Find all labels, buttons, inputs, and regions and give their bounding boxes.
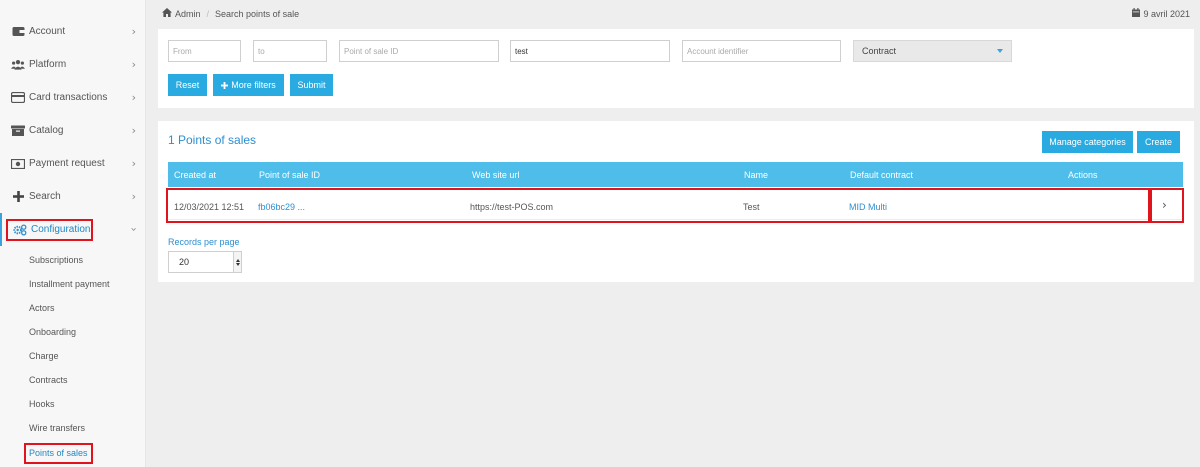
filter-panel: Contract Reset More filters Submit — [158, 29, 1194, 108]
sidebar-subitem-actors[interactable]: Actors — [29, 303, 55, 313]
plus-icon — [221, 81, 229, 89]
records-per-page-input[interactable]: 20 — [168, 251, 242, 273]
chevron-down-icon: › — [127, 227, 141, 232]
archive-icon — [11, 125, 25, 137]
create-button-label: Create — [1144, 137, 1172, 147]
contract-select-value: Contract — [862, 46, 897, 56]
breadcrumb: Admin / Search points of sale — [162, 8, 299, 19]
configuration-highlight — [6, 219, 93, 241]
column-created-at[interactable]: Created at — [174, 170, 216, 180]
create-button[interactable]: Create — [1137, 131, 1180, 153]
reset-button[interactable]: Reset — [168, 74, 207, 96]
wallet-icon — [11, 26, 25, 38]
sidebar-subitem-hooks[interactable]: Hooks — [29, 399, 55, 409]
action-highlight — [1150, 188, 1184, 223]
column-web-site-url[interactable]: Web site url — [472, 170, 519, 180]
column-pos-id[interactable]: Point of sale ID — [259, 170, 320, 180]
sidebar: Account › Platform › Card transactions ›… — [0, 0, 146, 467]
chevron-right-icon: › — [131, 58, 136, 71]
sidebar-item-label: Catalog — [29, 125, 64, 136]
sidebar-subitem-charge[interactable]: Charge — [29, 351, 59, 361]
pos-id-input[interactable] — [339, 40, 499, 62]
from-date-input[interactable] — [168, 40, 241, 62]
row-highlight — [166, 188, 1150, 223]
chevron-right-icon: › — [131, 157, 136, 170]
sidebar-item-search[interactable]: Search › — [0, 180, 146, 213]
more-filters-label: More filters — [231, 80, 276, 90]
sidebar-item-platform[interactable]: Platform › — [0, 48, 146, 81]
sidebar-subitem-installment-payment[interactable]: Installment payment — [29, 279, 110, 289]
column-default-contract[interactable]: Default contract — [850, 170, 913, 180]
manage-categories-button[interactable]: Manage categories — [1042, 131, 1133, 153]
account-identifier-input[interactable] — [682, 40, 841, 62]
sidebar-item-label: Payment request — [29, 158, 105, 169]
name-input[interactable] — [510, 40, 670, 62]
sidebar-item-card-transactions[interactable]: Card transactions › — [0, 81, 146, 114]
money-bill-icon — [11, 158, 25, 170]
records-per-page-label: Records per page — [168, 237, 240, 247]
more-filters-button[interactable]: More filters — [213, 74, 284, 96]
reset-button-label: Reset — [175, 80, 200, 90]
credit-card-icon — [11, 92, 25, 104]
sidebar-subitem-contracts[interactable]: Contracts — [29, 375, 68, 385]
submit-button[interactable]: Submit — [290, 74, 333, 96]
breadcrumb-current: Search points of sale — [215, 8, 300, 19]
sidebar-item-label: Platform — [29, 59, 67, 70]
chevron-right-icon[interactable]: › — [1162, 198, 1167, 212]
contract-select[interactable]: Contract — [853, 40, 1012, 62]
sidebar-item-label: Account — [29, 26, 66, 37]
records-per-page-value: 20 — [179, 257, 190, 267]
sidebar-item-catalog[interactable]: Catalog › — [0, 114, 146, 147]
date-text: 9 avril 2021 — [1143, 8, 1190, 19]
to-date-input[interactable] — [253, 40, 327, 62]
table-header: Created at Point of sale ID Web site url… — [168, 162, 1183, 187]
manage-categories-label: Manage categories — [1049, 137, 1126, 147]
spinner-arrows-icon[interactable] — [233, 252, 241, 272]
breadcrumb-root[interactable]: Admin — [175, 9, 201, 19]
sidebar-item-label: Card transactions — [29, 92, 108, 103]
sidebar-item-label: Search — [29, 191, 61, 202]
calendar-icon — [1132, 8, 1141, 19]
column-name[interactable]: Name — [744, 170, 768, 180]
users-icon — [11, 59, 25, 71]
chevron-right-icon: › — [131, 190, 136, 203]
column-actions: Actions — [1068, 170, 1098, 180]
sidebar-item-account[interactable]: Account › — [0, 15, 146, 48]
submit-button-label: Submit — [297, 80, 326, 90]
results-title: 1 Points of sales — [168, 133, 257, 147]
home-icon — [162, 8, 172, 19]
sidebar-subitem-subscriptions[interactable]: Subscriptions — [29, 255, 83, 265]
chevron-right-icon: › — [131, 124, 136, 137]
sidebar-subitem-onboarding[interactable]: Onboarding — [29, 327, 76, 337]
sidebar-item-payment-request[interactable]: Payment request › — [0, 147, 146, 180]
chevron-right-icon: › — [131, 91, 136, 104]
sidebar-subitem-wire-transfers[interactable]: Wire transfers — [29, 423, 85, 433]
points-of-sales-highlight — [24, 443, 93, 464]
caret-down-icon — [997, 49, 1003, 53]
current-date: 9 avril 2021 — [1132, 8, 1190, 19]
chevron-right-icon: › — [131, 25, 136, 38]
plus-icon — [11, 191, 25, 203]
